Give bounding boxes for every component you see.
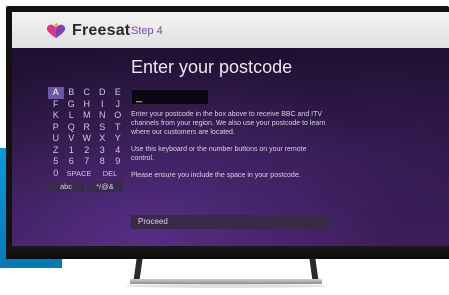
tv-screen: Freesat Step 4 Enter your postcode _ A B… <box>12 12 449 246</box>
freesat-logo: Freesat <box>45 21 130 41</box>
key-5[interactable]: 5 <box>48 156 64 168</box>
instructions: Enter your postcode in the box above to … <box>131 110 331 188</box>
key-x[interactable]: X <box>95 133 111 145</box>
key-t[interactable]: T <box>110 122 126 134</box>
keyboard-row: P Q R S T <box>48 122 126 134</box>
keyboard-row: 5 6 7 8 9 <box>48 156 126 168</box>
key-7[interactable]: 7 <box>79 156 95 168</box>
tv-bottom-bezel <box>6 246 449 259</box>
key-u[interactable]: U <box>48 133 64 145</box>
keyboard-row: U V W X Y <box>48 133 126 145</box>
keyboard-row: A B C D E <box>48 87 126 99</box>
key-delete[interactable]: DEL <box>95 168 126 180</box>
key-2[interactable]: 2 <box>79 145 95 157</box>
key-g[interactable]: G <box>64 99 80 111</box>
key-s[interactable]: S <box>95 122 111 134</box>
keyboard-row: F G H I J <box>48 99 126 111</box>
key-3[interactable]: 3 <box>95 145 111 157</box>
instruction-text: Please ensure you include the space in y… <box>131 172 301 179</box>
key-1[interactable]: 1 <box>64 145 80 157</box>
key-j[interactable]: J <box>110 99 126 111</box>
key-4[interactable]: 4 <box>110 145 126 157</box>
key-h[interactable]: H <box>79 99 95 111</box>
key-m[interactable]: M <box>79 110 95 122</box>
key-space[interactable]: SPACE <box>64 168 95 180</box>
keyboard-row: K L M N O <box>48 110 126 122</box>
step-indicator: Step 4 <box>131 25 163 37</box>
key-l[interactable]: L <box>64 110 80 122</box>
key-f[interactable]: F <box>48 99 64 111</box>
instruction-text: Use this keyboard or the number buttons … <box>131 146 307 162</box>
key-p[interactable]: P <box>48 122 64 134</box>
proceed-button[interactable]: Proceed <box>131 215 330 229</box>
key-a[interactable]: A <box>48 87 64 99</box>
lowercase-mode-button[interactable]: abc <box>48 181 84 192</box>
key-v[interactable]: V <box>64 133 80 145</box>
key-6[interactable]: 6 <box>64 156 80 168</box>
key-n[interactable]: N <box>95 110 111 122</box>
freesat-logo-icon <box>46 23 66 38</box>
key-8[interactable]: 8 <box>95 156 111 168</box>
key-c[interactable]: C <box>79 87 95 99</box>
key-w[interactable]: W <box>79 133 95 145</box>
keyboard-row: Z 1 2 3 4 <box>48 145 126 157</box>
tv-stand-leg-right <box>309 259 319 281</box>
instruction-text: Enter your postcode in the box above to … <box>131 111 326 136</box>
key-z[interactable]: Z <box>48 145 64 157</box>
key-q[interactable]: Q <box>64 122 80 134</box>
key-y[interactable]: Y <box>110 133 126 145</box>
brand-name: Freesat <box>72 22 131 39</box>
postcode-input[interactable]: _ <box>131 89 209 105</box>
key-k[interactable]: K <box>48 110 64 122</box>
header-bar: Freesat Step 4 <box>12 12 449 48</box>
key-d[interactable]: D <box>95 87 111 99</box>
key-b[interactable]: B <box>64 87 80 99</box>
key-9[interactable]: 9 <box>110 156 126 168</box>
page-title: Enter your postcode <box>131 57 293 77</box>
symbols-mode-button[interactable]: */@& <box>87 181 123 192</box>
onscreen-keyboard: A B C D E F G H I J K L M N O P Q R S T <box>48 87 126 193</box>
key-i[interactable]: I <box>95 99 111 111</box>
key-e[interactable]: E <box>110 87 126 99</box>
key-o[interactable]: O <box>110 110 126 122</box>
tv-stand-leg-left <box>133 259 143 281</box>
keyboard-mode-row: abc */@& <box>48 181 126 193</box>
key-r[interactable]: R <box>79 122 95 134</box>
key-0[interactable]: 0 <box>48 168 64 180</box>
keyboard-row: 0 SPACE DEL <box>48 168 126 180</box>
tv-stand-shadow <box>125 284 327 288</box>
